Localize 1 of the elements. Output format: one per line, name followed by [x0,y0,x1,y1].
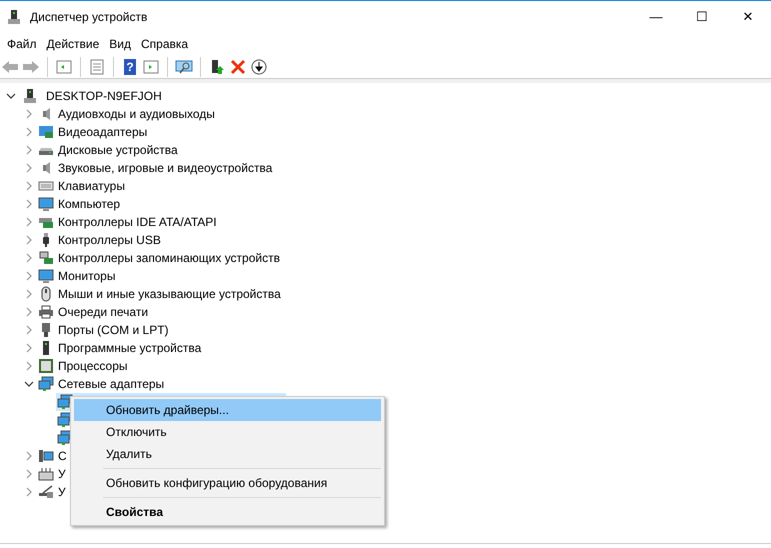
window-title: Диспетчер устройств [30,9,148,26]
